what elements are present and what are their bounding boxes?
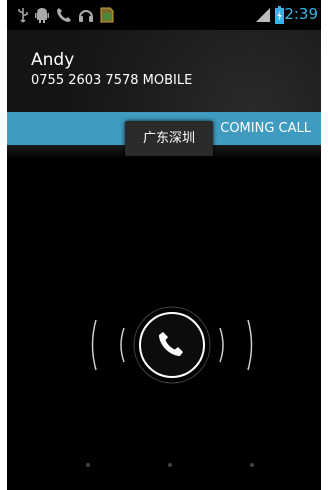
signal-icon — [256, 8, 270, 22]
target-hints — [7, 460, 321, 470]
sim-icon — [100, 7, 114, 23]
incoming-call-label: COMING CALL — [220, 121, 311, 136]
hint-dot-left — [86, 463, 90, 467]
right-inner-arc — [219, 327, 224, 363]
hint-dot-right — [250, 463, 254, 467]
caller-name: Andy — [31, 50, 75, 70]
right-outer-arc — [247, 319, 253, 371]
phone-screen: 2:39 Andy 0755 2603 7578 MOBILE COMING C… — [7, 0, 321, 490]
status-bar: 2:39 — [7, 0, 321, 30]
hint-dot-center — [168, 463, 172, 467]
location-toast: 广东深圳 — [125, 121, 213, 156]
caller-info: Andy 0755 2603 7578 MOBILE — [7, 30, 321, 112]
usb-icon — [18, 8, 28, 23]
left-outer-arc — [91, 319, 97, 371]
clock: 2:39 — [284, 5, 318, 23]
answer-handle — [139, 312, 205, 378]
headset-icon — [79, 10, 93, 22]
caller-number: 0755 2603 7578 MOBILE — [31, 73, 193, 88]
phone-call-icon — [57, 8, 71, 22]
battery-icon — [275, 6, 284, 24]
android-debug-icon — [35, 8, 49, 23]
answer-glowpad[interactable] — [7, 290, 321, 400]
left-inner-arc — [120, 327, 125, 363]
